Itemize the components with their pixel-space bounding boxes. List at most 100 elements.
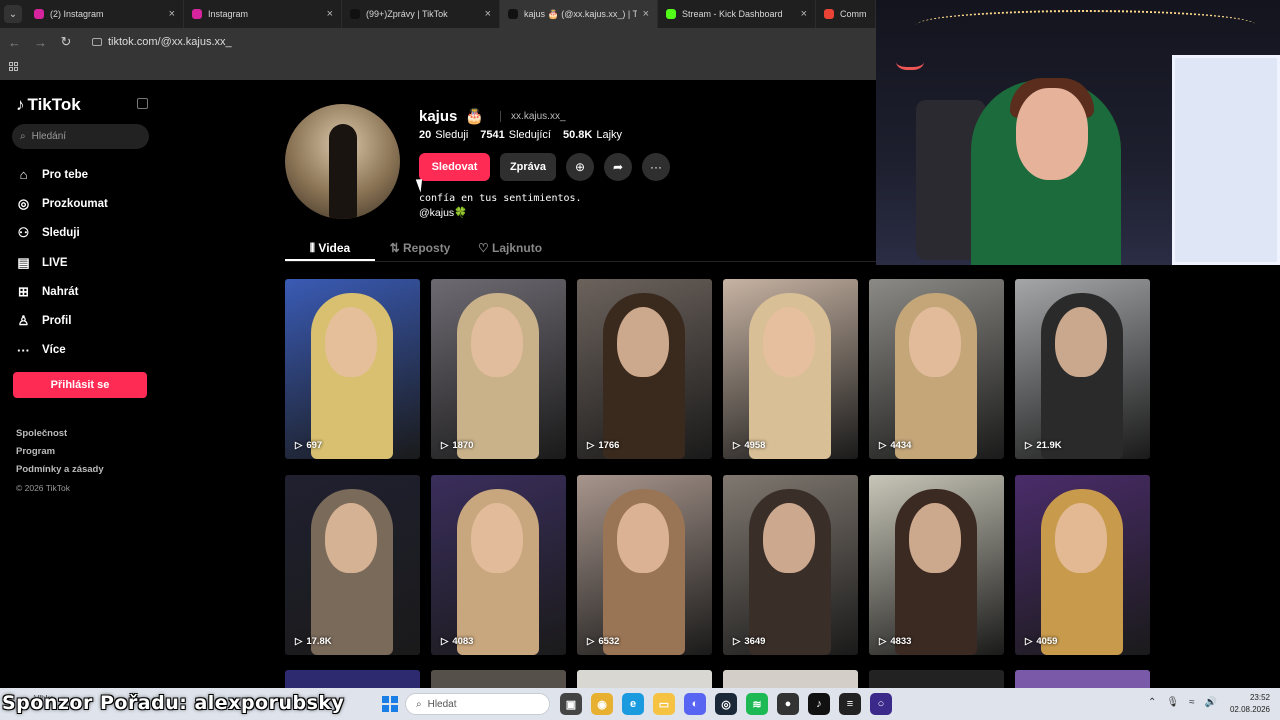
close-icon[interactable]: × — [485, 8, 491, 20]
sidebar-collapse-icon[interactable] — [137, 98, 148, 109]
sidebar-item-prozkoumat[interactable]: ◎ Prozkoumat — [16, 189, 146, 218]
steam-icon[interactable]: ◎ — [715, 693, 737, 715]
video-thumbnail[interactable] — [577, 670, 712, 688]
windows-start-icon[interactable] — [382, 696, 398, 712]
file-explorer-icon[interactable]: ▭ — [653, 693, 675, 715]
sidebar-item-live[interactable]: ▤ LIVE — [16, 248, 146, 277]
stat-followers[interactable]: 7541 Sledující — [480, 129, 551, 141]
video-thumbnail[interactable] — [869, 670, 1004, 688]
view-count: ▷ 1870 — [441, 440, 474, 451]
app-icon[interactable]: ≡ — [839, 693, 861, 715]
taskbar-search[interactable]: ⌕ Hledat — [405, 693, 550, 715]
task-view-icon[interactable]: ▣ — [560, 693, 582, 715]
add-friend-icon[interactable]: ⊕ — [566, 153, 594, 181]
tab-title: Communi — [840, 9, 867, 19]
url-field[interactable]: tiktok.com/@xx.kajus.xx_ — [92, 36, 232, 48]
tab-reposts[interactable]: ⇅ Reposty — [375, 236, 465, 261]
video-thumbnail[interactable]: ▷ 17.8K — [285, 475, 420, 655]
sidebar-item-label: Prozkoumat — [42, 197, 108, 210]
back-icon[interactable]: ← — [8, 35, 21, 50]
thumbnail-face — [325, 503, 377, 573]
wifi-icon[interactable]: ≈ — [1189, 697, 1195, 708]
video-thumbnail[interactable]: ▷ 4833 — [869, 475, 1004, 655]
apps-icon[interactable] — [9, 62, 18, 71]
browser-tab[interactable]: Instagram × — [184, 0, 342, 28]
search-input[interactable]: ⌕ Hledání — [12, 124, 149, 149]
more-options-icon[interactable]: ··· — [642, 153, 670, 181]
browser-tab[interactable]: (99+)Zprávy | TikTok × — [342, 0, 500, 28]
video-thumbnail[interactable]: ▷ 4958 — [723, 279, 858, 459]
video-thumbnail[interactable]: ▷ 4059 — [1015, 475, 1150, 655]
forward-icon[interactable]: → — [34, 35, 47, 50]
sidebar-item-label: Pro tebe — [42, 168, 89, 181]
reload-icon[interactable]: ↻ — [60, 34, 72, 50]
bio-mention[interactable]: @kajus🍀 — [419, 206, 582, 220]
browser-tab[interactable]: Stream - Kick Dashboard × — [658, 0, 816, 28]
chrome-icon[interactable]: ◉ — [591, 693, 613, 715]
tab-search-button[interactable]: ⌄ — [4, 5, 22, 23]
bookmarks-bar — [0, 56, 876, 80]
sidebar-item-pro-tebe[interactable]: ⌂ Pro tebe — [16, 160, 146, 189]
volume-icon[interactable]: 🔊 — [1205, 697, 1217, 708]
sidebar-item-profil[interactable]: ♙ Profil — [16, 306, 146, 335]
close-icon[interactable]: × — [327, 8, 333, 20]
system-tray: ⌃ 🎙 ≈ 🔊 — [1148, 697, 1217, 708]
browser-tab[interactable]: Communi — [816, 0, 876, 28]
video-grid-partial-row — [285, 670, 1150, 688]
video-thumbnail[interactable]: ▷ 697 — [285, 279, 420, 459]
app-icon-circle[interactable]: ○ — [870, 693, 892, 715]
home-icon: ⌂ — [19, 167, 28, 183]
video-thumbnail[interactable]: ▷ 1766 — [577, 279, 712, 459]
close-icon[interactable]: × — [643, 8, 649, 20]
webcam-overlay — [876, 0, 1280, 265]
footer-link-terms[interactable]: Podmínky a zásady — [16, 461, 104, 479]
video-thumbnail[interactable]: ▷ 1870 — [431, 279, 566, 459]
share-icon[interactable]: ➦ — [604, 153, 632, 181]
tab-liked[interactable]: ♡ Lajknuto — [465, 236, 555, 261]
favicon-icon — [192, 9, 202, 19]
tab-videos[interactable]: ⦀ Videa — [285, 236, 375, 261]
video-thumbnail[interactable] — [431, 670, 566, 688]
close-icon[interactable]: × — [169, 8, 175, 20]
sidebar-item-nahrát[interactable]: ⊞ Nahrát — [16, 277, 146, 306]
video-thumbnail[interactable]: ▷ 3649 — [723, 475, 858, 655]
sidebar-footer: Společnost Program Podmínky a zásady © 2… — [16, 425, 104, 497]
thumbnail-face — [471, 307, 523, 377]
video-thumbnail[interactable]: ▷ 6532 — [577, 475, 712, 655]
profile-avatar[interactable] — [285, 104, 400, 219]
tab-title: Instagram — [208, 9, 249, 19]
tiktok-app-icon[interactable]: ♪ — [808, 693, 830, 715]
video-thumbnail[interactable]: ▷ 4083 — [431, 475, 566, 655]
stat-following[interactable]: 20 Sleduji — [419, 129, 468, 141]
streamer-face — [1016, 88, 1088, 180]
footer-link-company[interactable]: Společnost — [16, 425, 104, 443]
browser-tab[interactable]: kajus 🎂 (@xx.kajus.xx_) | TikTok × — [500, 0, 658, 28]
message-button[interactable]: Zpráva — [500, 153, 556, 181]
follow-button[interactable]: Sledovat — [419, 153, 490, 181]
microphone-icon[interactable]: 🎙 — [1166, 697, 1179, 708]
video-thumbnail[interactable] — [285, 670, 420, 688]
thumbnail-face — [617, 307, 669, 377]
url-text: tiktok.com/@xx.kajus.xx_ — [108, 36, 232, 48]
discord-icon[interactable]: ◐ — [684, 693, 706, 715]
tiktok-logo[interactable]: ♪ TikTok — [16, 95, 81, 115]
video-thumbnail[interactable] — [1015, 670, 1150, 688]
spotify-icon[interactable]: ≋ — [746, 693, 768, 715]
profile-name-row: kajus 🎂 xx.kajus.xx_ — [419, 107, 566, 126]
chevron-up-icon[interactable]: ⌃ — [1148, 697, 1156, 708]
clock[interactable]: 23:52 02.08.2026 — [1230, 692, 1270, 716]
sidebar-item-label: Profil — [42, 315, 72, 328]
video-thumbnail[interactable]: ▷ 21.9K — [1015, 279, 1150, 459]
obs-icon[interactable]: ● — [777, 693, 799, 715]
sidebar-item-více[interactable]: ··· Více — [16, 336, 146, 365]
sidebar-item-sleduji[interactable]: ⚇ Sleduji — [16, 219, 146, 248]
login-button[interactable]: Přihlásit se — [13, 372, 147, 398]
video-thumbnail[interactable]: ▷ 4434 — [869, 279, 1004, 459]
close-icon[interactable]: × — [801, 8, 807, 20]
browser-tab[interactable]: (2) Instagram × — [26, 0, 184, 28]
site-info-icon[interactable] — [92, 38, 102, 46]
edge-icon[interactable]: e — [622, 693, 644, 715]
view-count: ▷ 4083 — [441, 636, 474, 647]
video-thumbnail[interactable] — [723, 670, 858, 688]
footer-link-program[interactable]: Program — [16, 443, 104, 461]
